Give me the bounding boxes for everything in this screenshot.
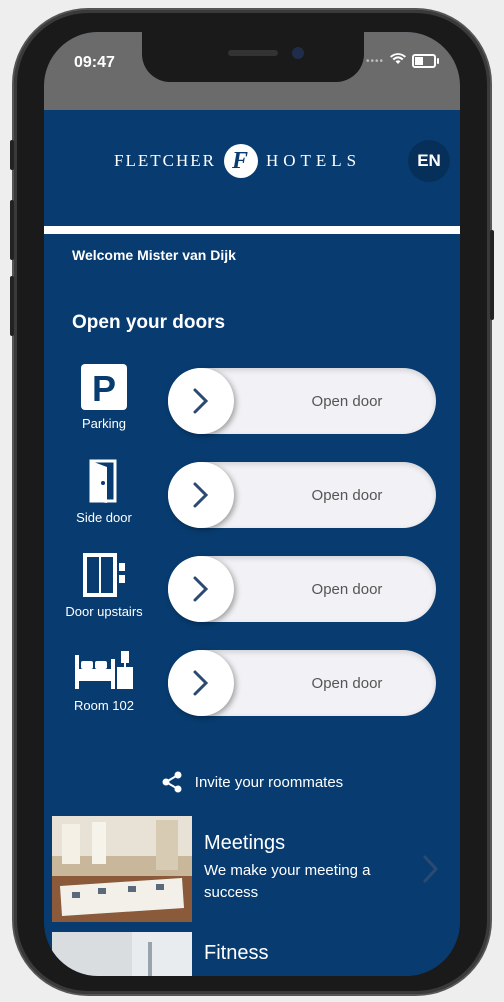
- chevron-right-icon: [423, 855, 439, 883]
- speaker: [228, 50, 278, 56]
- open-door-slider[interactable]: Open door: [168, 462, 436, 528]
- door-row-upstairs: Door upstairs Open door: [52, 550, 452, 638]
- invite-roommates-button[interactable]: Invite your roommates: [52, 758, 452, 806]
- slider-knob[interactable]: [168, 368, 234, 434]
- open-door-slider[interactable]: Open door: [168, 368, 436, 434]
- door-item-upstairs: Door upstairs: [62, 550, 146, 619]
- slider-label: Open door: [311, 674, 383, 692]
- slider-label: Open door: [311, 486, 383, 504]
- slider-label: Open door: [311, 580, 383, 598]
- app-header: FLETCHER F HOTELS EN: [44, 110, 460, 226]
- language-button[interactable]: EN: [408, 140, 450, 182]
- door-icon: [62, 456, 146, 506]
- share-icon: [162, 771, 182, 793]
- doors-title: Open your doors: [72, 312, 226, 333]
- camera: [292, 47, 304, 59]
- header-divider: [44, 226, 460, 234]
- slider-knob[interactable]: [168, 650, 234, 716]
- door-item-side-door: Side door: [62, 456, 146, 525]
- fitness-image: [52, 932, 192, 976]
- promo-title: Fitness: [204, 942, 269, 964]
- brand-logo: FLETCHER F HOTELS: [114, 144, 361, 178]
- signal-icon: ••••: [365, 55, 384, 67]
- welcome-banner: Welcome Mister van Dijk: [52, 236, 452, 274]
- chevron-right-icon: [193, 670, 209, 696]
- promo-subtitle: We make your meeting a success: [204, 862, 371, 901]
- door-label: Room 102: [74, 698, 134, 713]
- slider-label: Open door: [311, 392, 383, 410]
- door-row-parking: P Parking Open door: [52, 362, 452, 450]
- open-door-slider[interactable]: Open door: [168, 556, 436, 622]
- meeting-room-image: [52, 816, 192, 922]
- power-button: [490, 230, 494, 320]
- brand-name-left: FLETCHER: [114, 151, 216, 170]
- brand-f-icon: F: [223, 144, 258, 178]
- door-label: Door upstairs: [65, 604, 143, 619]
- promo-card-fitness[interactable]: Fitness: [52, 932, 452, 976]
- svg-text:P: P: [92, 368, 116, 409]
- slider-knob[interactable]: [168, 462, 234, 528]
- app-screen: 09:47 •••• FLETCHER F HOTELS EN Welcome …: [44, 32, 460, 976]
- chevron-right-icon: [193, 482, 209, 508]
- status-bar: 09:47 ••••: [44, 32, 460, 122]
- status-time: 09:47: [74, 54, 115, 71]
- door-row-side-door: Side door Open door: [52, 456, 452, 544]
- slider-knob[interactable]: [168, 556, 234, 622]
- door-row-room: Room 102 Open door: [52, 644, 452, 732]
- volume-down-button: [10, 276, 14, 336]
- wifi-icon: [390, 52, 406, 70]
- battery-icon: [412, 54, 439, 68]
- chevron-right-icon: [193, 388, 209, 414]
- promo-card-meetings[interactable]: Meetings We make your meeting a success: [52, 816, 452, 922]
- notch: [142, 32, 364, 82]
- door-label: Side door: [76, 510, 132, 525]
- doors-panel: Open your doors P Parking Open door Side…: [52, 284, 452, 748]
- invite-label: Invite your roommates: [194, 773, 344, 791]
- parking-icon: P: [62, 362, 146, 412]
- volume-up-button: [10, 200, 14, 260]
- door-label: Parking: [81, 416, 127, 431]
- door-item-parking: P Parking: [62, 362, 146, 431]
- status-icons: ••••: [365, 52, 439, 70]
- elevator-icon: [62, 550, 146, 600]
- brand-name-right: HOTELS: [265, 151, 362, 170]
- promo-title: Meetings: [204, 832, 286, 854]
- chevron-right-icon: [193, 576, 209, 602]
- mute-switch: [10, 140, 14, 170]
- bed-icon: [62, 644, 146, 694]
- open-door-slider[interactable]: Open door: [168, 650, 436, 716]
- door-item-room: Room 102: [62, 644, 146, 713]
